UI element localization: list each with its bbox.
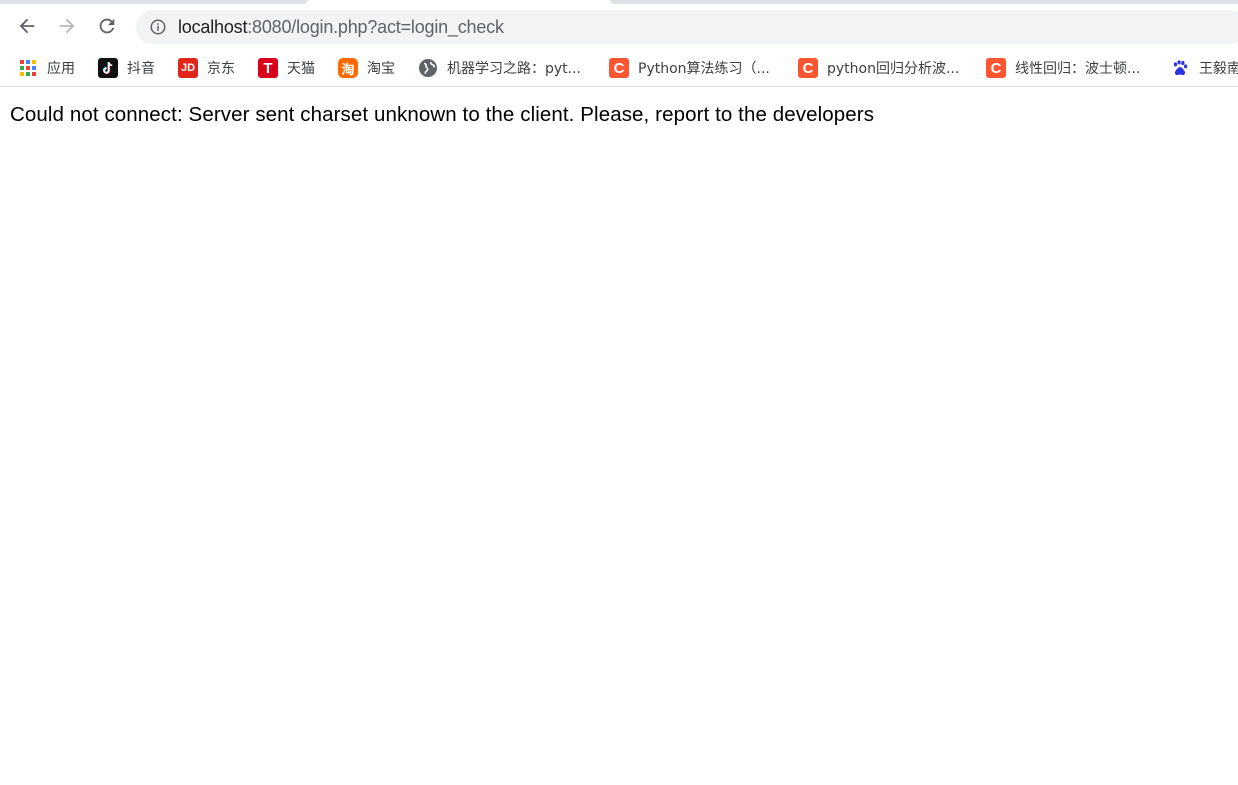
- taobao-icon: 淘: [338, 58, 358, 78]
- tmall-icon-glyph: T: [258, 58, 278, 78]
- bookmark-jd[interactable]: JD 京东: [178, 56, 235, 80]
- url-host: localhost: [178, 16, 248, 37]
- bookmark-apps[interactable]: 应用: [18, 56, 75, 80]
- arrow-left-icon: [19, 18, 35, 34]
- apps-grid-icon: [18, 58, 38, 78]
- arrow-right-icon: [59, 18, 75, 34]
- douyin-icon: [98, 58, 118, 78]
- jd-icon-glyph: JD: [178, 58, 198, 78]
- bookmark-label: 淘宝: [367, 61, 395, 77]
- csdn-icon: C: [609, 58, 629, 78]
- bookmark-label: 抖音: [127, 61, 155, 77]
- browser-toolbar: localhost:8080/login.php?act=login_check: [0, 4, 1238, 50]
- bookmark-douyin[interactable]: 抖音: [98, 56, 155, 80]
- bookmark-tmall[interactable]: T 天猫: [258, 56, 315, 80]
- bookmark-label: 京东: [207, 61, 235, 77]
- forward-button[interactable]: [52, 11, 82, 41]
- csdn-icon: C: [986, 58, 1006, 78]
- bookmark-label: 线性回归：波士顿...: [1015, 61, 1141, 77]
- bookmark-csdn-python-algo[interactable]: C Python算法练习（...: [609, 56, 770, 80]
- taobao-icon-glyph: 淘: [338, 58, 358, 78]
- bookmark-label: 应用: [47, 61, 75, 77]
- csdn-icon-glyph: C: [609, 58, 629, 78]
- url-text[interactable]: localhost:8080/login.php?act=login_check: [178, 17, 504, 38]
- bookmark-csdn-python-regression[interactable]: C python回归分析波...: [798, 56, 959, 80]
- bookmark-label: Python算法练习（...: [638, 61, 770, 77]
- info-circle-icon[interactable]: [148, 17, 168, 37]
- globe-icon: [418, 58, 438, 78]
- bookmarks-bar: 应用 抖音 JD 京东 T 天猫 淘 淘宝 机器学习之路：pyt... C Py…: [0, 50, 1238, 87]
- reload-icon: [99, 18, 115, 34]
- bookmark-label: 天猫: [287, 61, 315, 77]
- back-button[interactable]: [12, 11, 42, 41]
- csdn-icon-glyph: C: [798, 58, 818, 78]
- bookmark-label: 机器学习之路：pyt...: [447, 61, 582, 77]
- bookmark-ml-python[interactable]: 机器学习之路：pyt...: [418, 56, 581, 80]
- page-content: Could not connect: Server sent charset u…: [0, 87, 1238, 785]
- address-bar[interactable]: localhost:8080/login.php?act=login_check: [136, 10, 1238, 44]
- error-message: Could not connect: Server sent charset u…: [10, 103, 875, 126]
- bookmark-taobao[interactable]: 淘 淘宝: [338, 56, 395, 80]
- bookmark-label: 王毅南: [1199, 61, 1238, 77]
- jd-icon: JD: [178, 58, 198, 78]
- bookmark-csdn-linear-regression[interactable]: C 线性回归：波士顿...: [986, 56, 1140, 80]
- bookmark-baidu[interactable]: 王毅南: [1170, 56, 1238, 80]
- url-path: :8080/login.php?act=login_check: [247, 16, 504, 37]
- csdn-icon-glyph: C: [986, 58, 1006, 78]
- bookmark-label: python回归分析波...: [827, 61, 960, 77]
- tmall-icon: T: [258, 58, 278, 78]
- baidu-paw-icon: [1170, 58, 1190, 78]
- csdn-icon: C: [798, 58, 818, 78]
- reload-button[interactable]: [92, 11, 122, 41]
